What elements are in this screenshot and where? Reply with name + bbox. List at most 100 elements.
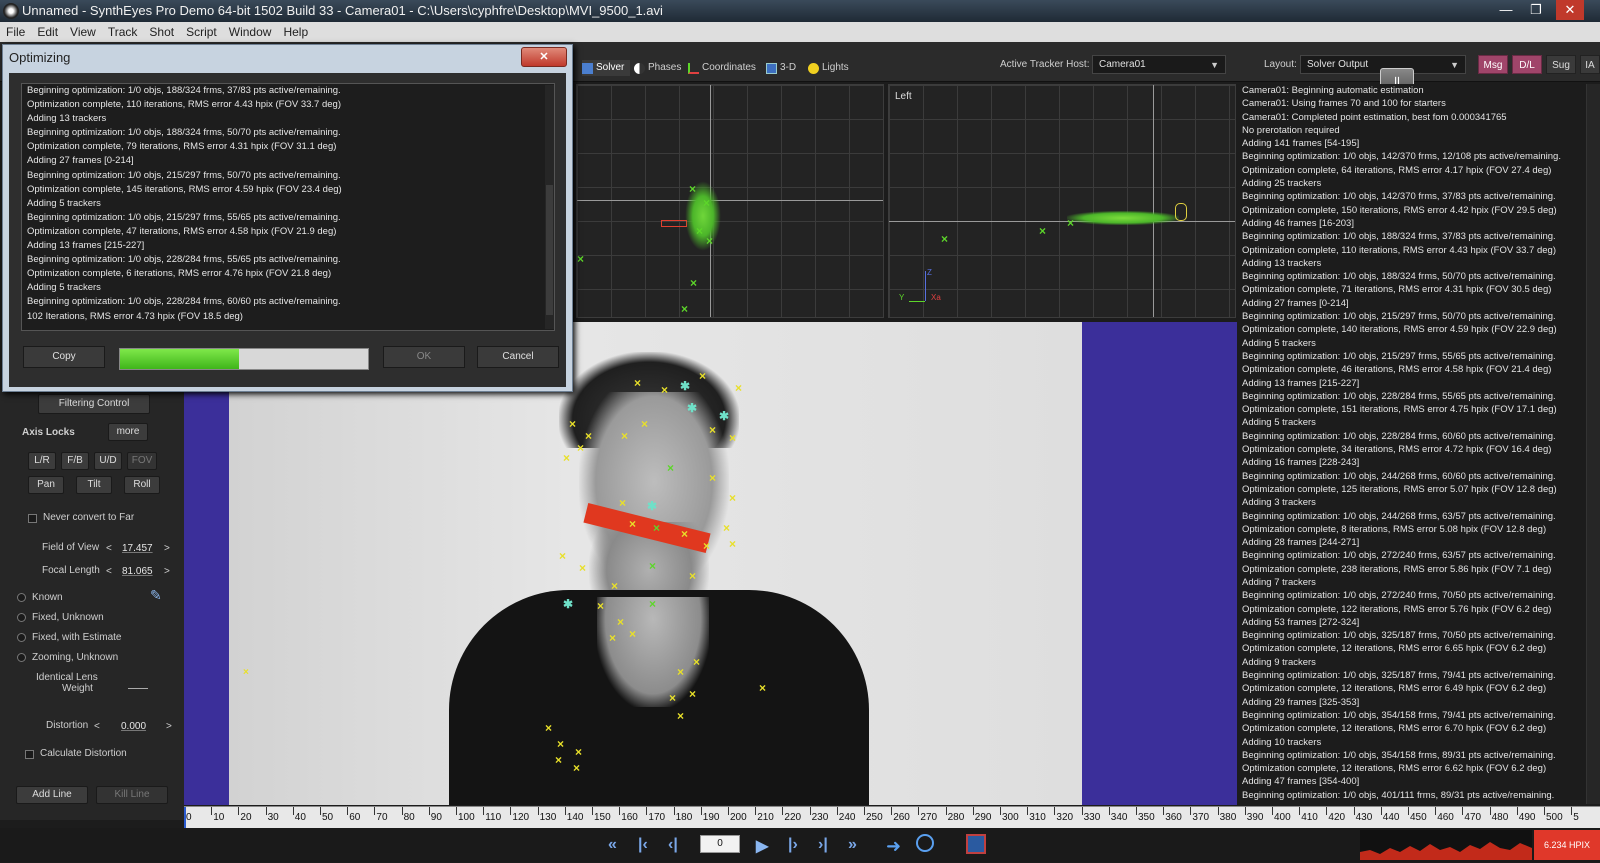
distortion-decrement[interactable]: < xyxy=(94,721,100,732)
clock-icon[interactable] xyxy=(916,834,934,852)
go-to-start-button[interactable]: |‹ xyxy=(638,836,648,854)
fov-increment[interactable]: > xyxy=(164,543,170,554)
output-line: Optimization complete, 12 iterations, RM… xyxy=(1242,643,1547,655)
lock-fov-button[interactable]: FOV xyxy=(127,452,157,470)
more-button[interactable]: more xyxy=(108,423,148,441)
log-line: 102 Iterations, RMS error 4.73 hpix (FOV… xyxy=(27,310,243,322)
step-forward-button[interactable]: |› xyxy=(788,836,798,854)
add-line-button[interactable]: Add Line xyxy=(16,786,88,804)
ia-button[interactable]: IA xyxy=(1580,55,1600,74)
lock-lr-button[interactable]: L/R xyxy=(28,452,56,470)
log-line: Optimization complete, 79 iterations, RM… xyxy=(27,141,337,153)
solver-left-panel: Filtering Control Axis Locks more L/R F/… xyxy=(0,390,184,820)
copy-button[interactable]: Copy xyxy=(23,346,105,368)
output-scrollbar[interactable] xyxy=(1586,84,1600,804)
never-convert-checkbox[interactable] xyxy=(28,514,37,523)
camera-view[interactable]: × × ✱ × × ✱ ✱ × × × × × × × × × × × × ✱ … xyxy=(184,322,1237,805)
lens-fixed-estimate-radio[interactable] xyxy=(17,633,26,642)
lock-roll-button[interactable]: Roll xyxy=(124,476,160,494)
fit-view-icon[interactable] xyxy=(966,834,986,854)
output-line: Optimization complete, 238 iterations, R… xyxy=(1242,563,1552,575)
eyedropper-icon[interactable]: ✎ xyxy=(150,587,162,604)
distortion-value[interactable]: 0.000 xyxy=(121,721,146,732)
timeline-tick-label: 440 xyxy=(1382,812,1400,823)
output-line: Adding 7 trackers xyxy=(1242,576,1316,588)
tracker-point: × xyxy=(759,681,767,695)
timeline[interactable]: 0 10 20 30 40 50 60 70 80 90 100 110 120 130 140 150 160… xyxy=(184,806,1600,828)
solver-output-panel[interactable]: Camera01: Beginning automatic estimation… xyxy=(1238,84,1583,804)
fov-label: Field of View xyxy=(42,542,100,553)
calc-distortion-checkbox[interactable] xyxy=(25,750,34,759)
play-button[interactable]: ▶ xyxy=(756,836,768,856)
rewind-button[interactable]: « xyxy=(608,836,617,854)
timeline-tick-label: 400 xyxy=(1274,812,1291,823)
timeline-tick-label: 420 xyxy=(1328,812,1346,823)
fov-value[interactable]: 17.457 xyxy=(122,543,153,554)
maximize-button[interactable]: ❐ xyxy=(1522,0,1550,20)
output-line: Optimization complete, 110 iterations, R… xyxy=(1242,244,1556,256)
distortion-increment[interactable]: > xyxy=(166,721,172,732)
arrow-right-icon[interactable]: ➜ xyxy=(886,836,901,857)
fov-decrement[interactable]: < xyxy=(106,543,112,554)
optimize-log[interactable]: Beginning optimization: 1/0 objs, 188/32… xyxy=(21,83,555,331)
tracker-point: × xyxy=(689,569,697,583)
tab-solver[interactable]: Solver xyxy=(582,60,631,76)
focal-decrement[interactable]: < xyxy=(106,566,112,577)
axis-locks-label: Axis Locks xyxy=(22,427,75,438)
tab-3d[interactable]: 3-D xyxy=(766,60,796,76)
timeline-tick-label: 460 xyxy=(1437,812,1454,823)
close-window-button[interactable]: ✕ xyxy=(1556,0,1584,20)
dialog-close-button[interactable]: ✕ xyxy=(521,47,567,67)
tab-lights[interactable]: Lights xyxy=(808,60,849,76)
identical-lens-label: Identical Lens xyxy=(36,672,98,683)
lens-fixed-unknown-radio[interactable] xyxy=(17,613,26,622)
output-line: Adding 28 frames [244-271] xyxy=(1242,537,1360,549)
viewport-top[interactable]: × × × × × × × xyxy=(576,84,884,318)
tab-phases[interactable]: Phases xyxy=(634,60,681,76)
menu-help[interactable]: Help xyxy=(277,22,314,40)
lock-ud-button[interactable]: U/D xyxy=(94,452,122,470)
menu-track[interactable]: Track xyxy=(102,22,144,40)
lock-pan-button[interactable]: Pan xyxy=(28,476,64,494)
solver-icon xyxy=(582,63,593,74)
sug-button[interactable]: Sug xyxy=(1546,55,1576,74)
log-line: Beginning optimization: 1/0 objs, 215/29… xyxy=(27,169,341,181)
fast-forward-button[interactable]: » xyxy=(848,836,857,854)
menu-window[interactable]: Window xyxy=(223,22,278,40)
log-scroll-thumb[interactable] xyxy=(546,185,553,315)
tab-coordinates[interactable]: Coordinates xyxy=(688,60,756,76)
lens-known-radio[interactable] xyxy=(17,593,26,602)
cancel-button[interactable]: Cancel xyxy=(477,346,559,368)
tracker-point: × xyxy=(559,549,567,563)
lock-fb-button[interactable]: F/B xyxy=(61,452,89,470)
tracker-point: × xyxy=(681,302,689,316)
tracker-host-select[interactable]: Camera01 ▼ xyxy=(1092,55,1226,74)
tracker-point: × xyxy=(563,451,571,465)
menu-shot[interactable]: Shot xyxy=(143,22,180,40)
filtering-control-button[interactable]: Filtering Control xyxy=(38,394,150,414)
ok-button[interactable]: OK xyxy=(383,346,465,368)
kill-line-button[interactable]: Kill Line xyxy=(96,786,168,804)
frame-number-input[interactable]: 0 xyxy=(700,835,740,853)
playhead[interactable] xyxy=(184,807,186,828)
menu-edit[interactable]: Edit xyxy=(31,22,64,40)
weight-slider[interactable] xyxy=(128,688,148,689)
menu-script[interactable]: Script xyxy=(180,22,223,40)
msg-button[interactable]: Msg xyxy=(1478,55,1508,74)
lock-tilt-button[interactable]: Tilt xyxy=(76,476,112,494)
viewport-left[interactable]: Left × × × Y Z Xa xyxy=(888,84,1236,318)
menu-view[interactable]: View xyxy=(64,22,102,40)
step-back-button[interactable]: ‹| xyxy=(668,836,678,854)
log-line: Adding 27 frames [0-214] xyxy=(27,155,134,167)
tracker-point: × xyxy=(649,559,657,573)
focal-length-value[interactable]: 81.065 xyxy=(122,566,153,577)
go-to-end-button[interactable]: ›| xyxy=(818,836,828,854)
minimize-button[interactable]: — xyxy=(1492,0,1520,20)
timeline-tick-label: 240 xyxy=(838,812,856,823)
lens-zooming-radio[interactable] xyxy=(17,653,26,662)
dl-button[interactable]: D/L xyxy=(1512,55,1542,74)
focal-increment[interactable]: > xyxy=(164,566,170,577)
tracker-point: × xyxy=(706,234,714,248)
log-scrollbar[interactable] xyxy=(545,85,554,329)
menu-file[interactable]: File xyxy=(0,22,31,40)
